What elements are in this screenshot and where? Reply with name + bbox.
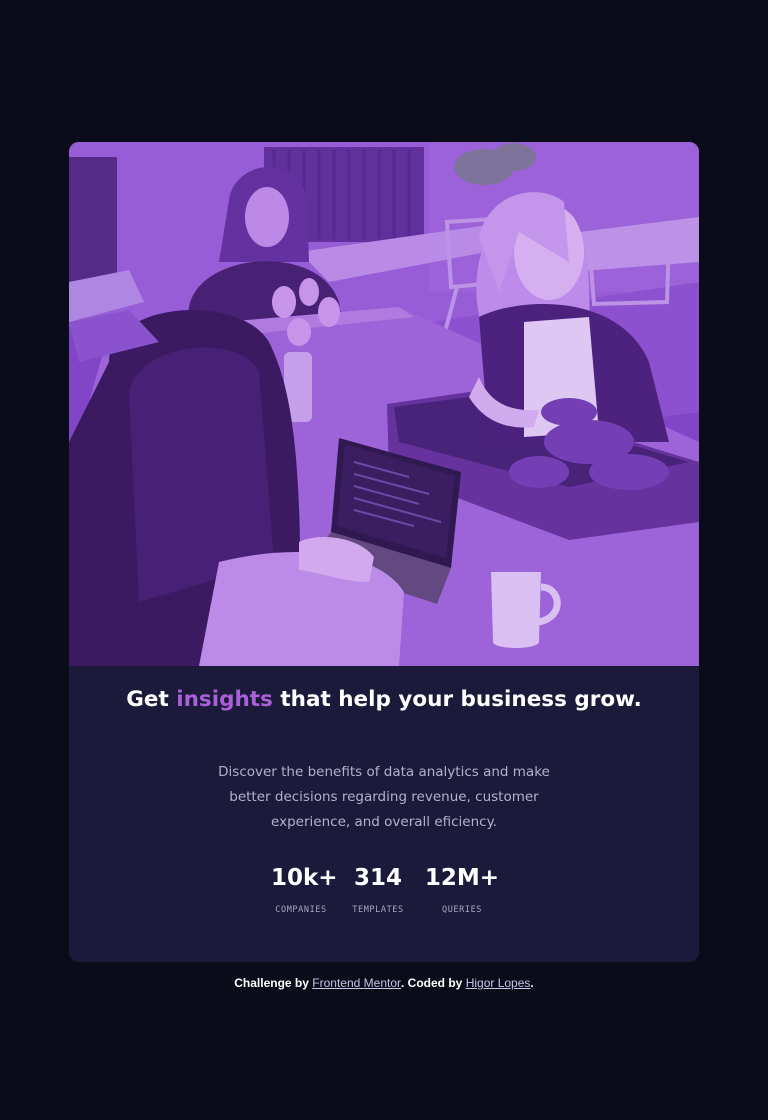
stat-value: 10k+ [271,865,338,891]
stat-label: QUERIES [441,905,483,915]
author-link[interactable]: Higor Lopes [466,976,531,990]
card-description: Discover the benefits of data analytics … [218,764,550,830]
attribution-middle: . Coded by [401,976,463,990]
stat-companies: 10k+ COMPANIES [271,862,338,916]
attribution-footer: Challenge by Frontend Mentor. Coded by H… [0,975,768,991]
stat-label: TEMPLATES [352,905,404,915]
stat-label: COMPANIES [275,905,327,915]
stats-preview-card: Get insights that help your business gro… [69,142,699,962]
stat-queries: 12M+ QUERIES [423,862,501,916]
stat-value: 314 [353,865,402,891]
attribution-suffix: . [530,976,534,990]
title-end: that help your business grow. [280,687,642,712]
card-title: Get insights that help your business gro… [69,686,699,714]
title-highlight: insights [176,687,273,712]
stat-templates: 314 TEMPLATES [349,862,407,916]
hero-image [69,142,699,666]
team-working-photo-icon [69,142,699,666]
frontend-mentor-link[interactable]: Frontend Mentor [312,976,401,990]
stat-value: 12M+ [424,865,500,891]
title-start: Get [126,687,169,712]
attribution-prefix: Challenge by [234,976,309,990]
